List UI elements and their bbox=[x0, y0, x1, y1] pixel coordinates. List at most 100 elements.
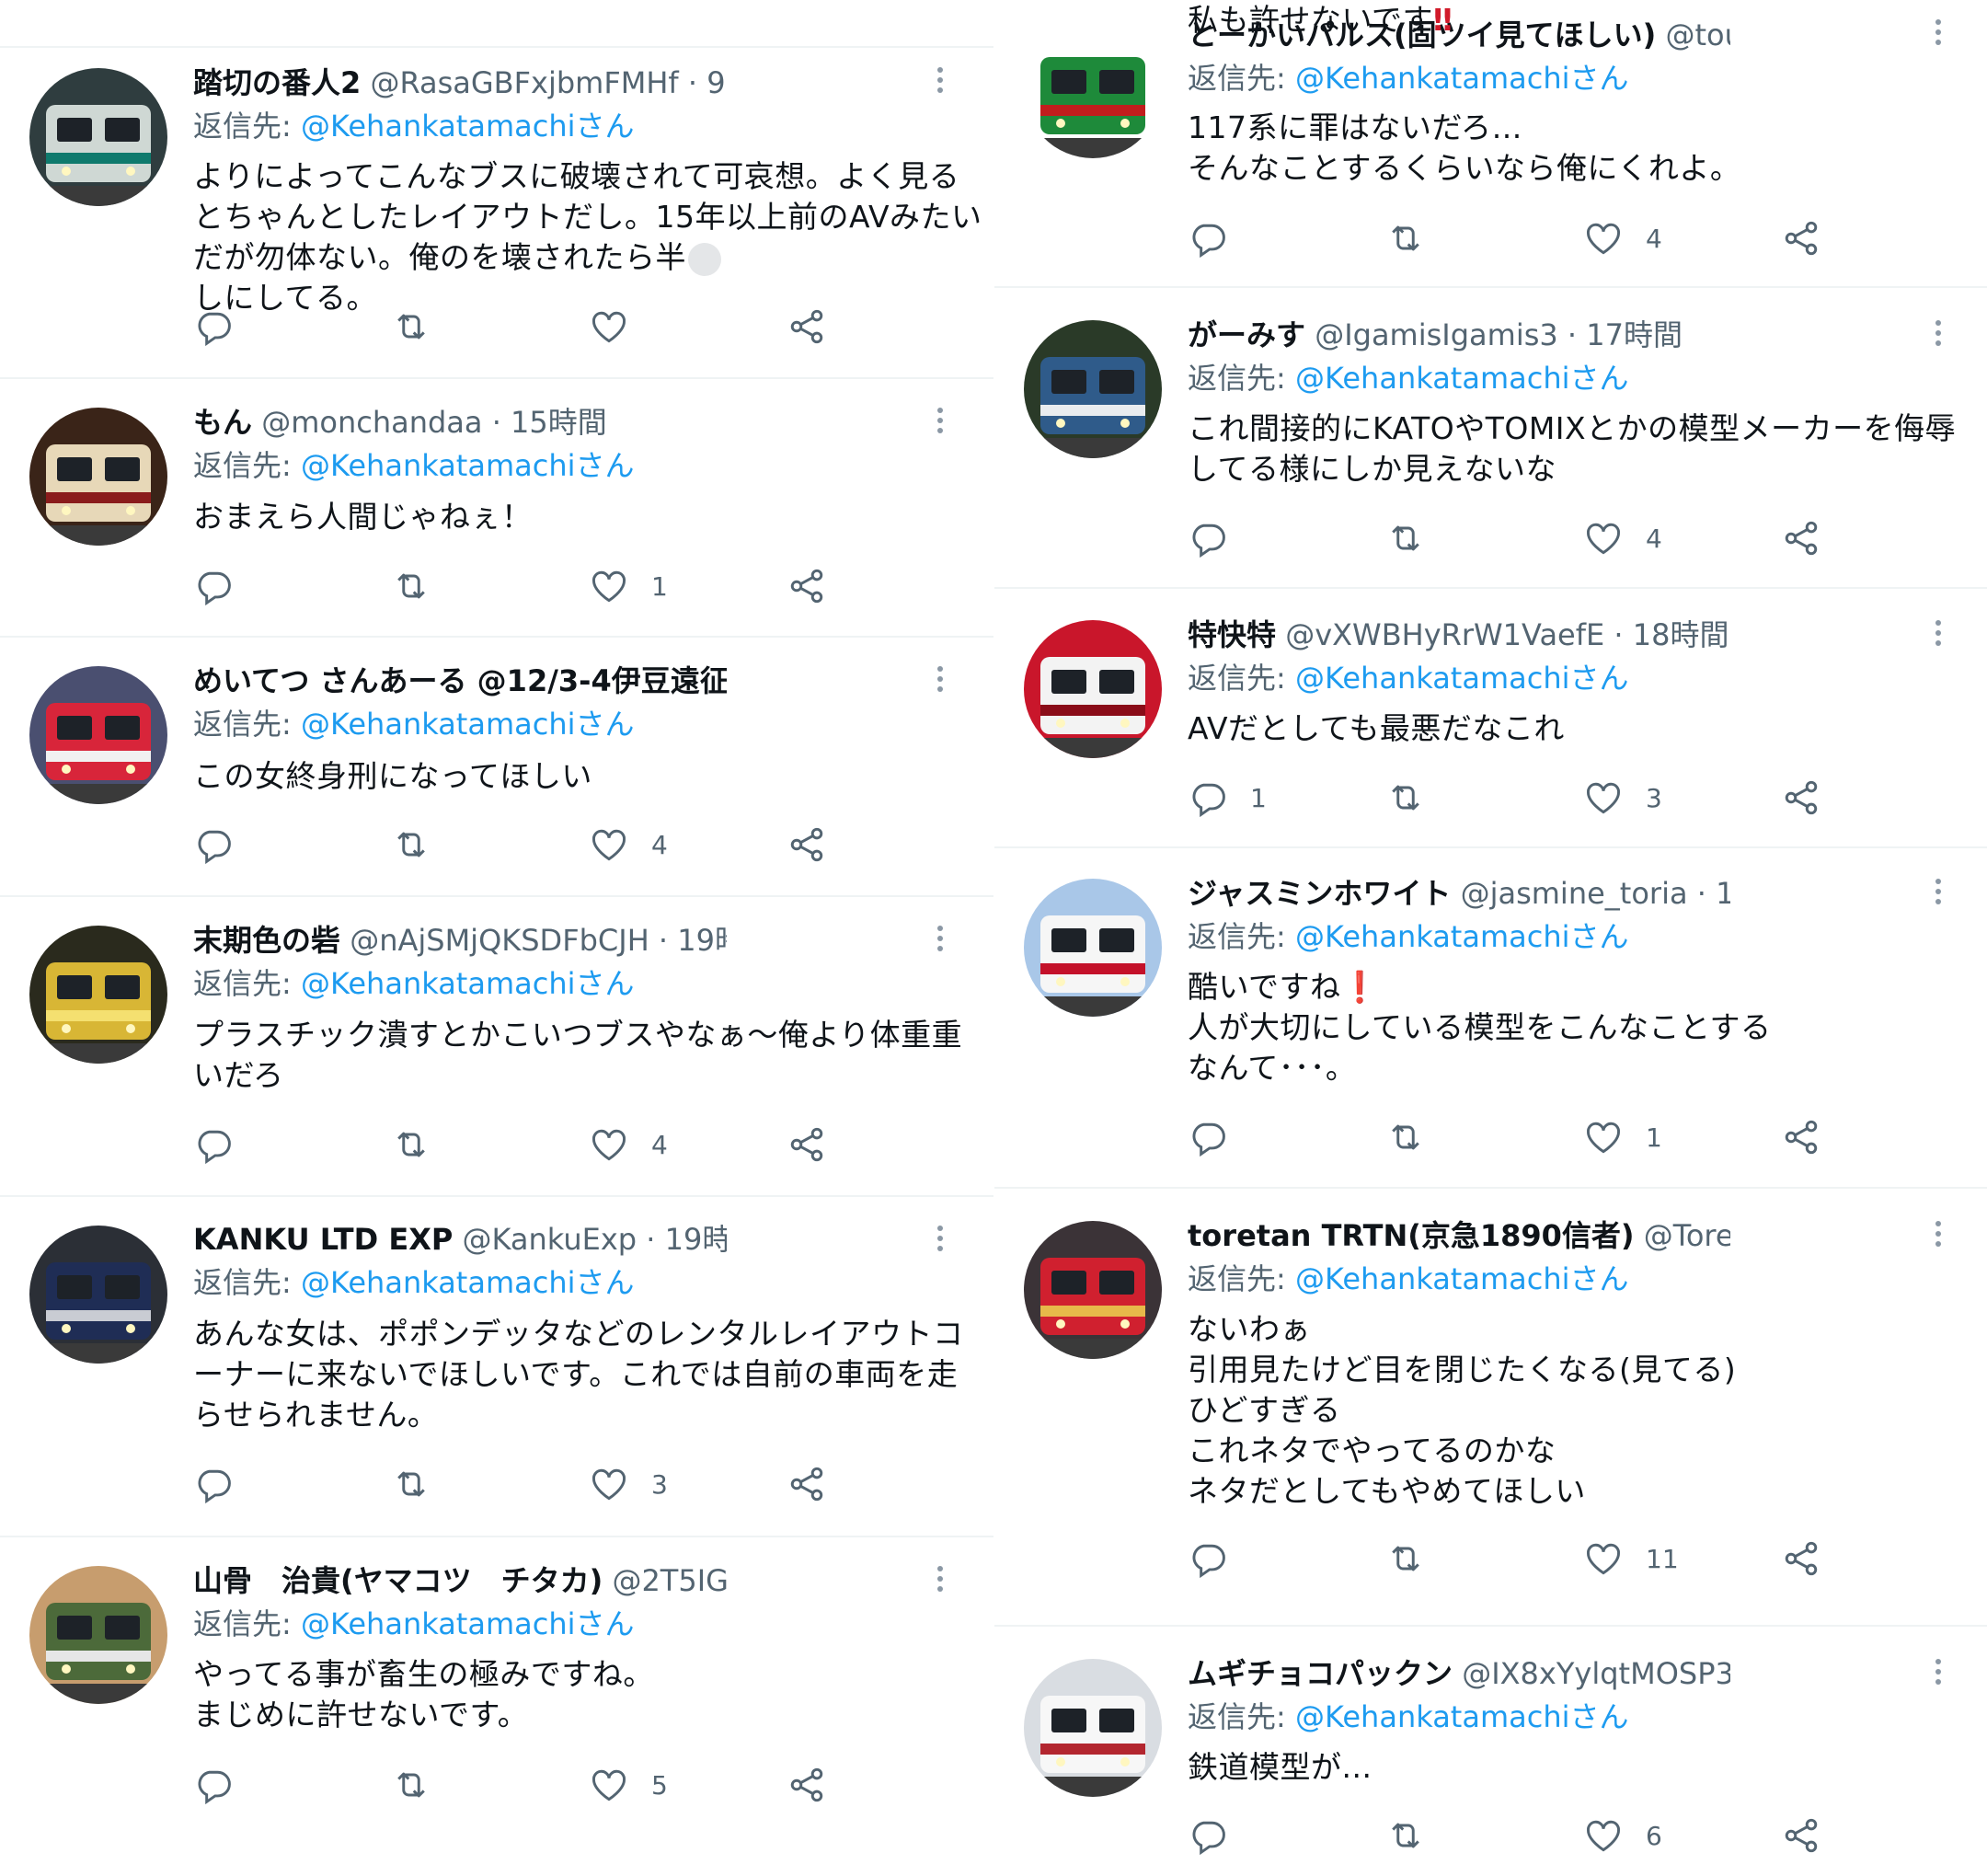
author-handle[interactable]: @KankuExp bbox=[462, 1222, 637, 1257]
reply-user-link[interactable]: @Kehankatamachiさん bbox=[301, 707, 635, 742]
avatar[interactable] bbox=[29, 1226, 167, 1364]
like-button[interactable]: 4 bbox=[589, 1119, 668, 1170]
author-name[interactable]: もん bbox=[193, 405, 252, 440]
avatar[interactable] bbox=[1024, 879, 1162, 1017]
more-dots-icon[interactable] bbox=[935, 64, 946, 101]
share-button[interactable] bbox=[787, 1759, 827, 1811]
author-name[interactable]: ムギチョコパックン bbox=[1188, 1656, 1453, 1691]
author-handle[interactable]: @Toretan_T... bbox=[1644, 1218, 1730, 1253]
more-dots-icon[interactable] bbox=[1933, 617, 1944, 654]
share-button[interactable] bbox=[787, 1458, 827, 1510]
avatar[interactable] bbox=[29, 926, 167, 1064]
reply-button[interactable] bbox=[193, 301, 256, 352]
more-dots-icon[interactable] bbox=[1933, 17, 1944, 53]
like-button[interactable]: 3 bbox=[1583, 772, 1662, 823]
more-dots-icon[interactable] bbox=[935, 405, 946, 442]
reply-user-link[interactable]: @Kehankatamachiさん bbox=[301, 966, 635, 1001]
like-button[interactable]: 4 bbox=[1583, 213, 1662, 264]
avatar[interactable] bbox=[1024, 620, 1162, 758]
share-button[interactable] bbox=[787, 819, 827, 870]
share-button[interactable] bbox=[1781, 1533, 1821, 1584]
reply-user-link[interactable]: @Kehankatamachiさん bbox=[301, 448, 635, 483]
share-button[interactable] bbox=[1781, 1810, 1821, 1861]
reply-button[interactable] bbox=[1188, 1810, 1250, 1861]
retweet-button[interactable] bbox=[1385, 512, 1448, 564]
more-dots-icon[interactable] bbox=[1933, 317, 1944, 354]
more-dots-icon[interactable] bbox=[1933, 1218, 1944, 1255]
reply-user-link[interactable]: @Kehankatamachiさん bbox=[1295, 61, 1629, 96]
reply-user-link[interactable]: @Kehankatamachiさん bbox=[301, 109, 635, 144]
retweet-button[interactable] bbox=[1385, 1111, 1448, 1163]
reply-button[interactable]: 1 bbox=[1188, 772, 1267, 823]
reply-button[interactable] bbox=[1188, 512, 1250, 564]
timestamp[interactable]: 19時間 bbox=[665, 1222, 727, 1257]
retweet-button[interactable] bbox=[391, 301, 454, 352]
reply-user-link[interactable]: @Kehankatamachiさん bbox=[1295, 661, 1629, 696]
retweet-button[interactable] bbox=[1385, 213, 1448, 264]
more-dots-icon[interactable] bbox=[935, 1563, 946, 1600]
retweet-button[interactable] bbox=[391, 1119, 454, 1170]
reply-user-link[interactable]: @Kehankatamachiさん bbox=[1295, 361, 1629, 396]
timestamp[interactable]: 18時間 bbox=[1633, 617, 1729, 652]
like-button[interactable]: 5 bbox=[589, 1759, 668, 1811]
author-name[interactable]: 山骨 治貴(ヤマコツ チタカ) bbox=[193, 1563, 603, 1598]
like-button[interactable]: 6 bbox=[1583, 1810, 1662, 1861]
reply-button[interactable] bbox=[1188, 1533, 1250, 1584]
author-name[interactable]: 特快特 bbox=[1188, 617, 1276, 652]
more-dots-icon[interactable] bbox=[935, 923, 946, 960]
retweet-button[interactable] bbox=[1385, 1810, 1448, 1861]
avatar[interactable] bbox=[1024, 1659, 1162, 1797]
avatar[interactable] bbox=[29, 666, 167, 804]
reply-user-link[interactable]: @Kehankatamachiさん bbox=[1295, 1261, 1629, 1296]
timestamp[interactable]: 18時間 bbox=[1716, 876, 1730, 911]
timestamp[interactable]: 15時間 bbox=[511, 405, 607, 440]
like-button[interactable]: 1 bbox=[1583, 1111, 1662, 1163]
reply-button[interactable] bbox=[1188, 1111, 1250, 1163]
avatar[interactable] bbox=[29, 68, 167, 206]
share-button[interactable] bbox=[1781, 1111, 1821, 1163]
avatar[interactable] bbox=[29, 408, 167, 546]
reply-button[interactable] bbox=[193, 819, 256, 870]
reply-user-link[interactable]: @Kehankatamachiさん bbox=[301, 1606, 635, 1641]
author-handle[interactable]: @touk... bbox=[1665, 17, 1730, 52]
author-handle[interactable]: @jasmine_toria bbox=[1461, 876, 1688, 911]
share-button[interactable] bbox=[1781, 512, 1821, 564]
author-handle[interactable]: @RasaGBFxjbmFMHf bbox=[370, 65, 678, 100]
author-name[interactable]: KANKU LTD EXP bbox=[193, 1222, 453, 1257]
author-handle[interactable]: @IX8xYylqtMOSP3A bbox=[1462, 1656, 1730, 1691]
avatar[interactable] bbox=[1024, 20, 1162, 158]
retweet-button[interactable] bbox=[391, 1759, 454, 1811]
author-name[interactable]: めいてつ さんあーる @12/3-4伊豆遠征 bbox=[193, 663, 727, 698]
author-handle[interactable]: @vXWBHyRrW1VaefE bbox=[1285, 617, 1604, 652]
author-handle[interactable]: @nAjSMjQKSDFbCJH bbox=[350, 923, 649, 958]
avatar[interactable] bbox=[1024, 320, 1162, 458]
reply-button[interactable] bbox=[1188, 213, 1250, 264]
avatar[interactable] bbox=[29, 1566, 167, 1704]
like-button[interactable]: 1 bbox=[589, 560, 668, 612]
author-handle[interactable]: @monchandaa bbox=[261, 405, 482, 440]
timestamp[interactable]: 9時間 bbox=[706, 65, 727, 100]
like-button[interactable]: 4 bbox=[1583, 512, 1662, 564]
share-button[interactable] bbox=[787, 301, 827, 352]
share-button[interactable] bbox=[787, 1119, 827, 1170]
author-name[interactable]: ジャスミンホワイト bbox=[1188, 876, 1451, 911]
author-name[interactable]: toretan TRTN(京急1890信者) bbox=[1188, 1218, 1635, 1253]
avatar[interactable] bbox=[1024, 1221, 1162, 1359]
reply-user-link[interactable]: @Kehankatamachiさん bbox=[301, 1265, 635, 1300]
retweet-button[interactable] bbox=[391, 819, 454, 870]
more-dots-icon[interactable] bbox=[935, 1223, 946, 1260]
reply-button[interactable] bbox=[193, 1119, 256, 1170]
author-name[interactable]: 踏切の番人2 bbox=[193, 65, 361, 100]
author-name[interactable]: がーみす bbox=[1188, 317, 1305, 352]
share-button[interactable] bbox=[787, 560, 827, 612]
reply-button[interactable] bbox=[193, 560, 256, 612]
author-handle[interactable]: @IgamisIgamis3 bbox=[1315, 317, 1558, 352]
reply-button[interactable] bbox=[193, 1458, 256, 1510]
retweet-button[interactable] bbox=[1385, 1533, 1448, 1584]
reply-button[interactable] bbox=[193, 1759, 256, 1811]
reply-user-link[interactable]: @Kehankatamachiさん bbox=[1295, 919, 1629, 954]
like-button[interactable]: 3 bbox=[589, 1458, 668, 1510]
timestamp[interactable]: 19時間 bbox=[677, 923, 727, 958]
retweet-button[interactable] bbox=[391, 560, 454, 612]
author-handle[interactable]: @2T5IGD... bbox=[612, 1563, 727, 1598]
